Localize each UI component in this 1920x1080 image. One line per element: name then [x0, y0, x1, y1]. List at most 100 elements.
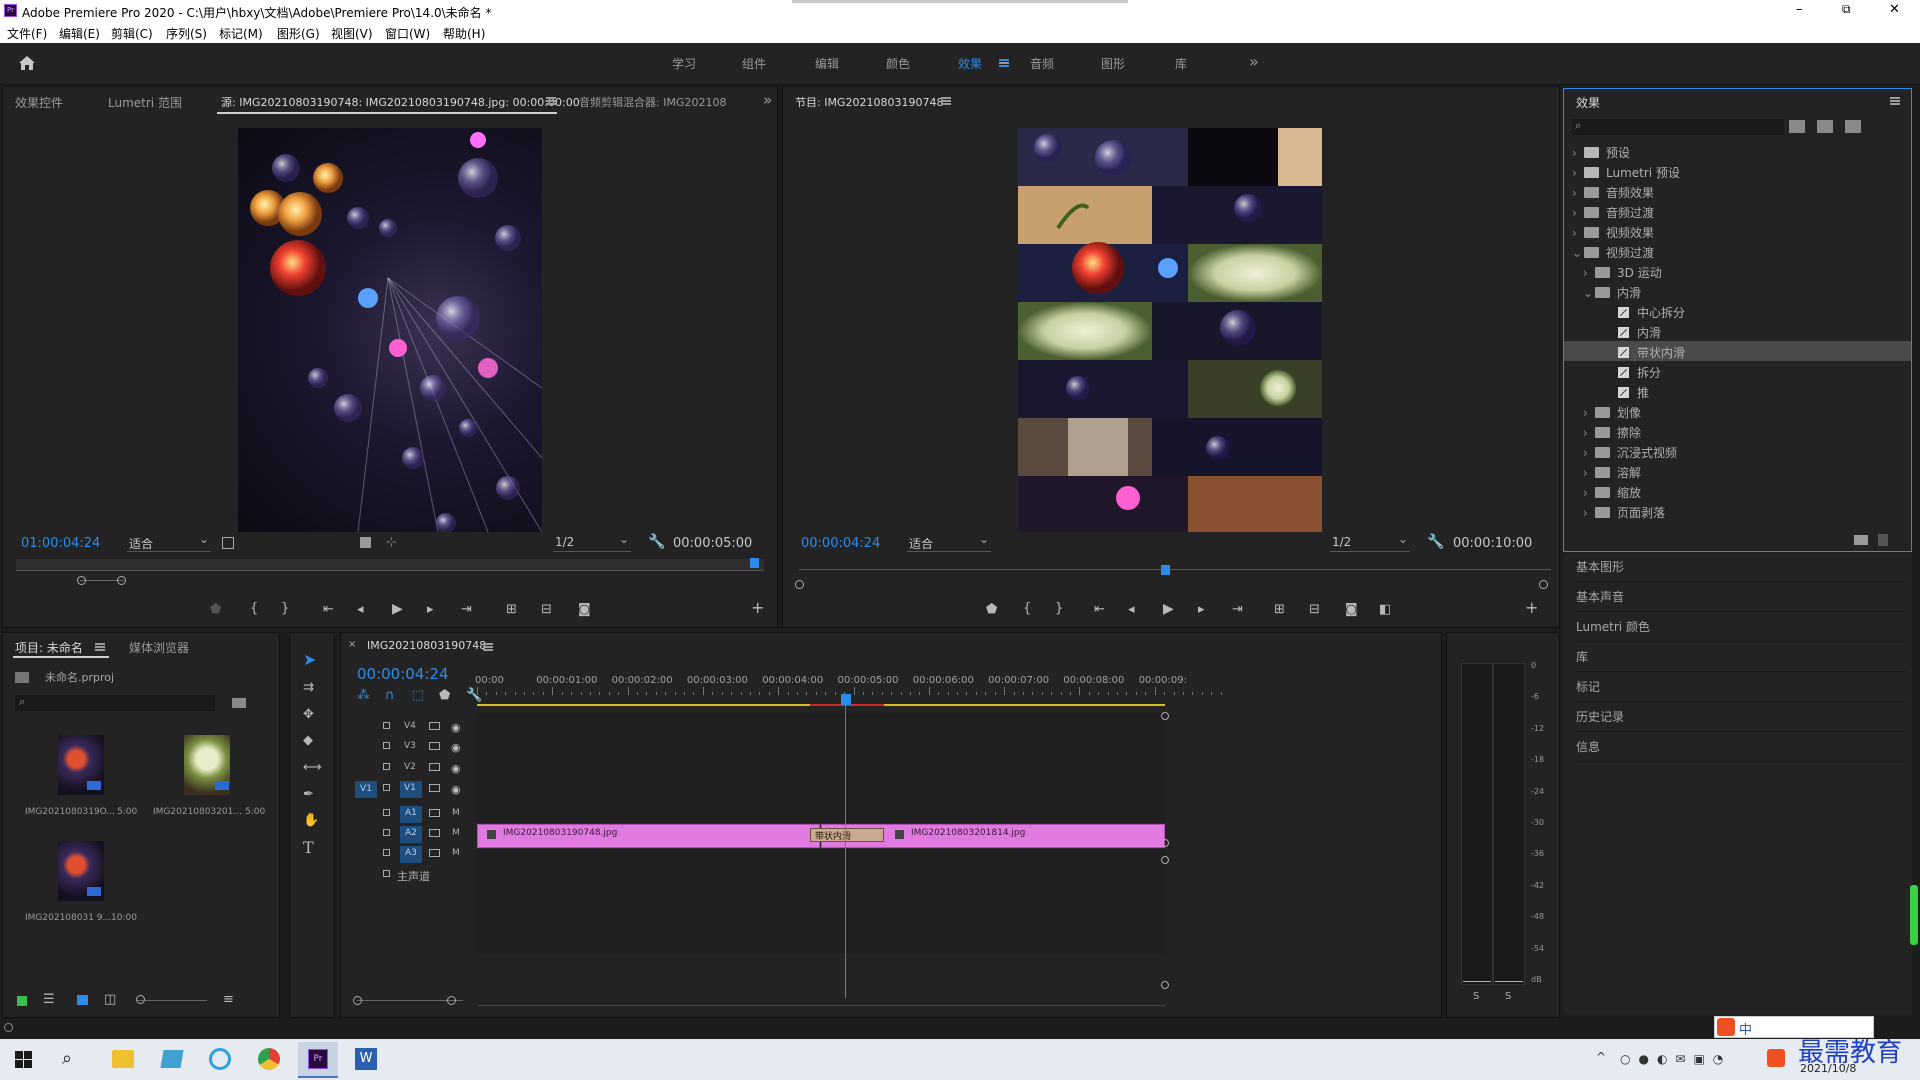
program-resolution-dropdown[interactable]: 1/2 — [1330, 532, 1410, 552]
program-add-button-icon[interactable]: + — [1525, 600, 1538, 616]
step-back-icon[interactable]: ◂ — [357, 603, 364, 617]
track-lock-icon[interactable] — [383, 809, 390, 816]
type-tool-icon[interactable]: T — [303, 840, 314, 856]
accelerated-effects-icon[interactable] — [1789, 120, 1805, 133]
program-time-ruler[interactable] — [799, 569, 1551, 570]
go-to-out-icon[interactable]: ⇥ — [461, 603, 472, 617]
toggle-sync-lock-icon[interactable] — [429, 829, 440, 837]
razor-tool-icon[interactable]: ◆ — [303, 734, 313, 748]
toggle-sync-lock-icon[interactable] — [429, 742, 440, 750]
ime-sogou-icon[interactable] — [1767, 1049, 1785, 1067]
chevron-right-icon[interactable]: › — [1572, 166, 1584, 180]
program-zoom-right[interactable] — [1539, 580, 1548, 589]
program-timecode[interactable]: 00:00:04:24 — [801, 536, 880, 551]
chevron-right-icon[interactable]: › — [1583, 266, 1595, 280]
effect-item[interactable]: 带状内滑 — [1564, 341, 1911, 361]
program-zoom-left[interactable] — [795, 580, 804, 589]
track-lock-icon[interactable] — [383, 784, 390, 791]
selection-tool-icon[interactable]: ➤ — [303, 652, 316, 668]
thumbnail-zoom-handle[interactable] — [136, 995, 145, 1004]
workspace-audio[interactable]: 音频 — [1030, 55, 1054, 72]
source-patch-v1[interactable]: V1 — [355, 781, 377, 798]
mark-out-icon[interactable]: } — [281, 602, 289, 616]
program-export-frame-icon[interactable]: ◙ — [1345, 603, 1358, 617]
tab-effect-controls[interactable]: 效果控件 — [15, 94, 63, 111]
effect-folder[interactable]: › 缩放 — [1564, 481, 1911, 501]
more-tabs-icon[interactable]: » — [763, 91, 772, 109]
effect-folder[interactable]: ⌄ 内滑 — [1564, 281, 1911, 301]
source-time-ruler[interactable] — [16, 559, 764, 571]
effect-folder[interactable]: › 溶解 — [1564, 461, 1911, 481]
effect-item[interactable]: 中心拆分 — [1564, 301, 1911, 321]
toggle-sync-lock-icon[interactable] — [429, 809, 440, 817]
eye-icon[interactable]: ◉ — [451, 741, 461, 754]
chevron-right-icon[interactable]: › — [1583, 406, 1595, 420]
new-search-bin-icon[interactable] — [232, 698, 246, 708]
effect-folder[interactable]: › 沉浸式视频 — [1564, 441, 1911, 461]
track-lock-icon[interactable] — [383, 849, 390, 856]
tab-audio-mixer[interactable]: 音频剪辑混合器: IMG202108 — [579, 94, 739, 110]
video-clip[interactable]: IMG20210803190748.jpg — [477, 824, 820, 848]
program-menu-icon[interactable] — [941, 97, 951, 105]
panel-lumetri-color[interactable]: Lumetri 颜色 — [1576, 618, 1906, 642]
chevron-right-icon[interactable]: › — [1583, 506, 1595, 520]
sort-icon[interactable]: ≡ — [223, 993, 234, 1007]
effects-menu-icon[interactable] — [1890, 97, 1900, 105]
word-icon[interactable]: W — [355, 1048, 377, 1070]
windows-start-icon[interactable] — [15, 1051, 32, 1068]
workspace-color[interactable]: 颜色 — [886, 55, 910, 72]
effect-folder[interactable]: › 擦除 — [1564, 421, 1911, 441]
comparison-view-icon[interactable]: ◧ — [1379, 603, 1391, 617]
file-explorer-icon[interactable] — [112, 1050, 134, 1068]
project-item[interactable]: IMG202108031 9... 10:00 — [15, 833, 139, 937]
32bit-effects-icon[interactable] — [1817, 120, 1833, 133]
source-settings-icon[interactable] — [222, 537, 234, 549]
go-to-in-icon[interactable]: ⇤ — [323, 603, 334, 617]
project-menu-icon[interactable] — [95, 643, 105, 651]
panel-libraries[interactable]: 库 — [1576, 648, 1906, 672]
toggle-sync-lock-icon[interactable] — [429, 849, 440, 857]
step-forward-icon[interactable]: ▸ — [427, 603, 434, 617]
chevron-right-icon[interactable]: › — [1583, 486, 1595, 500]
solo-left-button[interactable]: S — [1473, 991, 1479, 1002]
track-lock-icon[interactable] — [383, 870, 390, 877]
menu-file[interactable]: 文件(F) — [7, 25, 47, 42]
workspace-editing[interactable]: 编辑 — [815, 55, 839, 72]
menu-help[interactable]: 帮助(H) — [443, 25, 485, 42]
new-bin-icon[interactable] — [1854, 535, 1868, 545]
effect-folder[interactable]: › 视频效果 — [1564, 221, 1911, 241]
program-step-forward-icon[interactable]: ▸ — [1198, 603, 1205, 617]
effect-item[interactable]: 拆分 — [1564, 361, 1911, 381]
effect-folder[interactable]: › 划像 — [1564, 401, 1911, 421]
program-wrench-icon[interactable]: 🔧 — [1427, 534, 1444, 550]
eye-icon[interactable]: ◉ — [451, 783, 461, 796]
add-button-icon[interactable]: + — [751, 600, 764, 616]
chevron-down-icon[interactable]: ⌄ — [1572, 246, 1584, 260]
effect-folder[interactable]: › 页面剥落 — [1564, 501, 1911, 521]
workspace-menu-icon[interactable] — [999, 59, 1009, 67]
home-icon[interactable] — [18, 55, 36, 71]
workspace-effects[interactable]: 效果 — [958, 55, 982, 72]
program-add-marker-icon[interactable]: ⬟ — [986, 603, 997, 617]
timeline-playhead-head[interactable] — [841, 694, 851, 705]
workspace-libraries[interactable]: 库 — [1175, 55, 1187, 72]
chevron-down-icon[interactable]: ⌄ — [1583, 286, 1595, 300]
list-view-icon[interactable]: ☰ — [43, 993, 55, 1007]
program-go-to-in-icon[interactable]: ⇤ — [1094, 603, 1105, 617]
ie-browser-icon[interactable] — [209, 1048, 231, 1070]
source-fit-dropdown[interactable]: 适合 — [127, 532, 211, 552]
track-lock-icon[interactable] — [383, 763, 390, 770]
effect-folder[interactable]: › 预设 — [1564, 141, 1911, 161]
snap-icon[interactable]: ∩ — [385, 689, 395, 703]
chevron-right-icon[interactable]: › — [1572, 146, 1584, 160]
hscroll-handle-right[interactable] — [447, 996, 456, 1005]
ripple-edit-icon[interactable]: ✥ — [303, 708, 314, 722]
premiere-taskbar-icon[interactable]: Pr — [298, 1042, 338, 1078]
panel-markers[interactable]: 标记 — [1576, 678, 1906, 702]
slip-tool-icon[interactable]: ⟷ — [303, 761, 322, 775]
menu-marker[interactable]: 标记(M) — [219, 25, 263, 42]
lock-icon[interactable] — [17, 996, 27, 1006]
chevron-right-icon[interactable]: › — [1583, 446, 1595, 460]
mute-button[interactable]: M — [452, 848, 460, 858]
overwrite-icon[interactable]: ⊟ — [541, 603, 552, 617]
